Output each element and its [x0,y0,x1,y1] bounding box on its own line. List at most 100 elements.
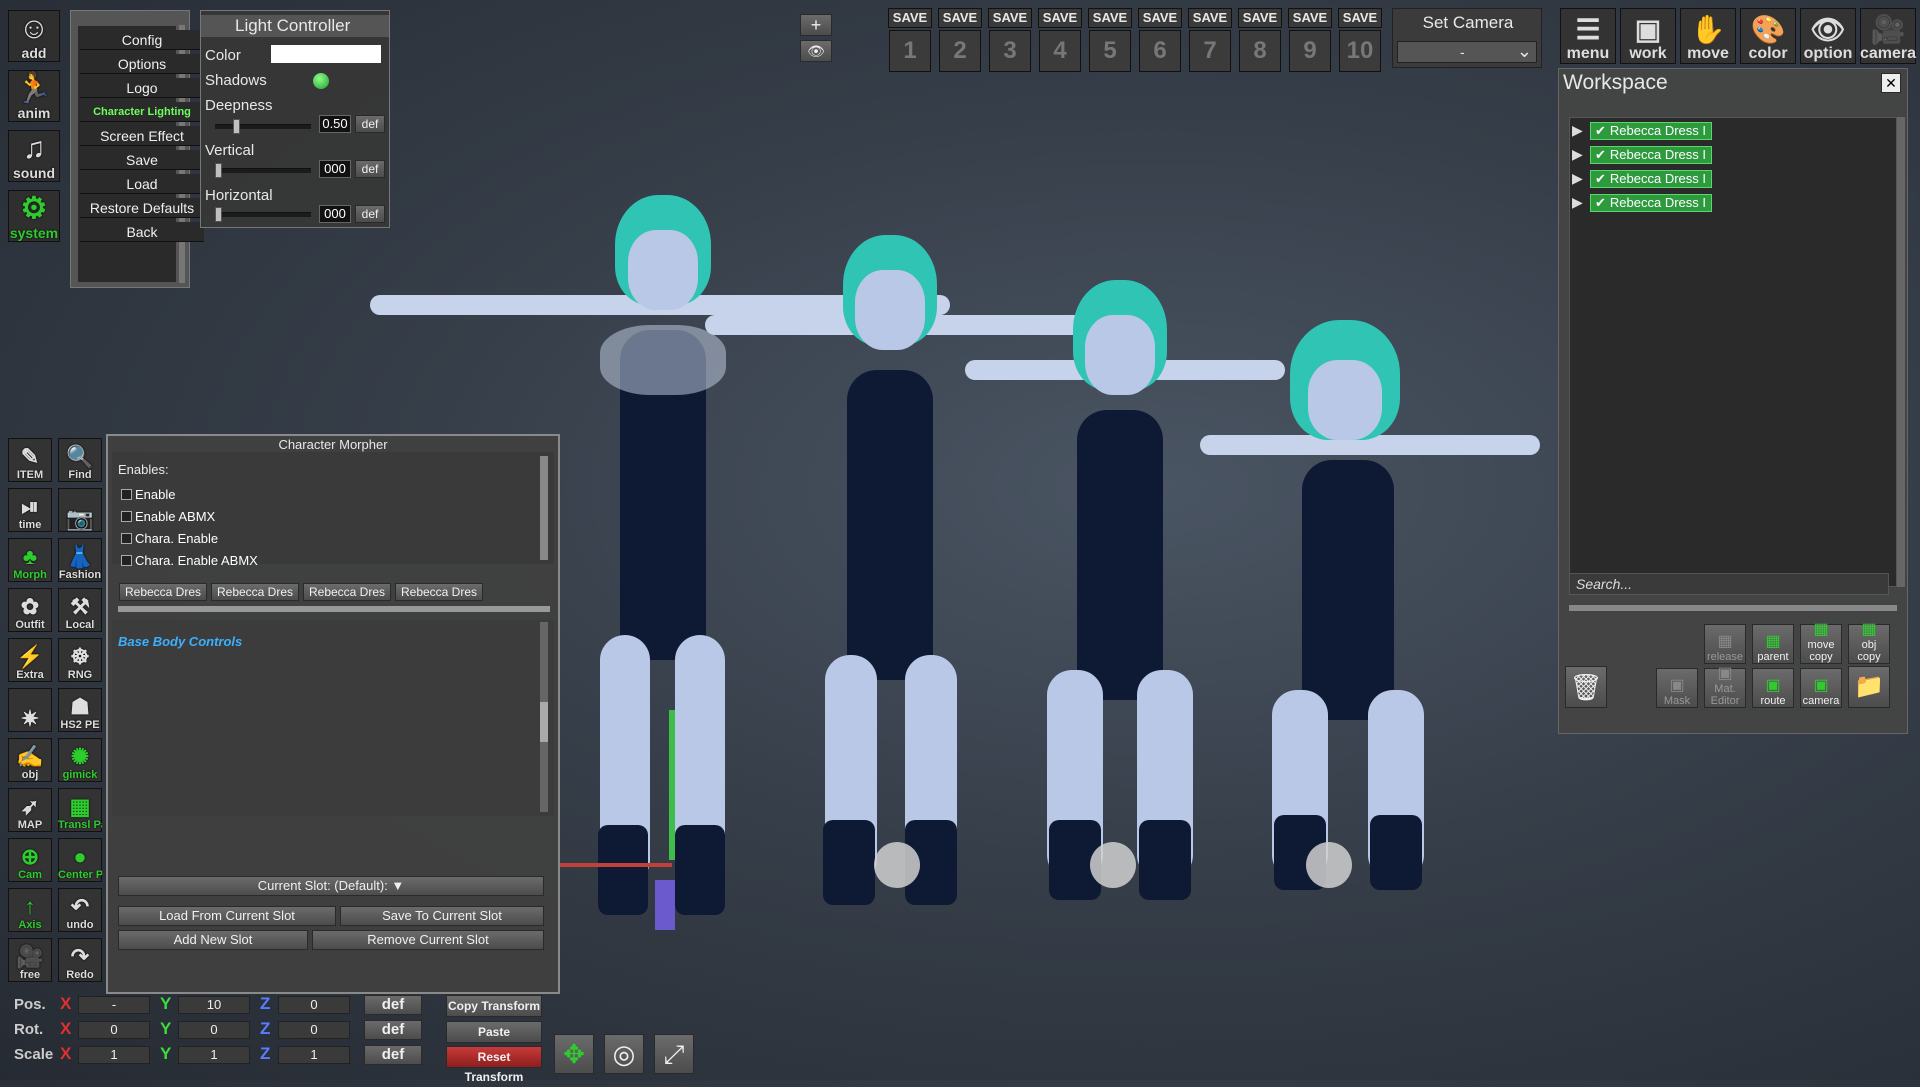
gizmo-y-axis[interactable] [669,710,675,860]
tool-icon: ⚡ [16,644,44,669]
load-slot-button[interactable]: Load From Current Slot [118,906,336,926]
redo-tool-button[interactable]: ↷ Redo [58,938,102,982]
action-label: parent [1757,651,1789,663]
hs2-tool-button[interactable]: ☗ HS2 PE [58,688,102,732]
trash-icon: 🗑 [1569,672,1603,702]
action-icon: ▦ [1717,633,1733,650]
transform-y-field[interactable]: 10 [178,996,250,1014]
tool-icon: ✷ [20,706,40,731]
camera-button[interactable]: ▣ camera [1800,668,1842,708]
axis-z-label: Z [260,994,271,1013]
reset-transform-button[interactable]: Reset Transform [446,1046,542,1084]
obj-tool-button[interactable]: ✍ obj [8,738,52,782]
action-label: move copy [1807,639,1835,663]
body-scrollbar-thumb[interactable] [540,702,548,742]
tool-label: obj [21,769,39,781]
tool-label: RNG [67,669,93,681]
transform-def-button[interactable]: def [364,1020,422,1040]
transform-def-button[interactable]: def [364,995,422,1015]
tool-icon: ↑ [24,894,36,919]
center-point-marker[interactable] [874,842,920,888]
transform-x-field[interactable]: 0 [78,1021,150,1039]
axis-z-label: Z [260,1019,271,1038]
tool-label: Center Point [58,869,102,881]
open-folder-button[interactable]: 📁 [1848,666,1890,708]
tool-label: Outfit [15,619,45,631]
map-tool-button[interactable]: ➶ MAP [8,788,52,832]
transform-row-label: Pos. [14,996,46,1013]
center-point-marker[interactable] [1306,842,1352,888]
rng-tool-button[interactable]: ☸ RNG [58,638,102,682]
paste-transform-button[interactable]: Paste Transform [446,1021,542,1059]
tool-label: HS2 PE [60,719,100,731]
axis-x-label: X [60,1044,72,1063]
rotate-gizmo-button[interactable]: ◎ [604,1034,644,1074]
current-slot-label: Current Slot: (Default): [257,878,388,893]
scale-gizmo-button[interactable]: ⤢ [654,1034,694,1074]
release-button[interactable]: ▦ release [1704,624,1746,664]
gizmo-x-axis[interactable] [560,863,672,867]
transform-y-field[interactable]: 0 [178,1021,250,1039]
axis-y-label: Y [160,994,172,1013]
center-tool-button[interactable]: ●Center Point [58,838,102,882]
action-icon: ▣ [1669,677,1685,694]
base-body-controls-title: Base Body Controls [118,634,243,649]
body-scroll-area [112,620,554,816]
save-slot-button[interactable]: Save To Current Slot [340,906,544,926]
transform-z-field[interactable]: 1 [278,1046,350,1064]
action-label: route [1760,695,1786,707]
action-icon: ▣ [1765,677,1781,694]
transform-row-label: Rot. [14,1021,44,1038]
copy-transform-button[interactable]: Copy Transform [446,995,542,1017]
center-point-marker[interactable] [1090,842,1136,888]
free-tool-button[interactable]: 🎥 free [8,938,52,982]
tool-label: MAP [17,819,43,831]
move-copy-button[interactable]: ▦ move copy [1800,621,1842,664]
axis-tool-button[interactable]: ↑ Axis [8,888,52,932]
transform-y-field[interactable]: 1 [178,1046,250,1064]
remove-slot-button[interactable]: Remove Current Slot [312,930,544,950]
parent-button[interactable]: ▦ parent [1752,624,1794,664]
action-label: camera [1802,695,1840,707]
axis-x-label: X [60,994,72,1013]
mat-editor-button[interactable]: ▣ Mat. Editor [1704,665,1746,708]
route-button[interactable]: ▣ route [1752,668,1794,708]
obj-copy-button[interactable]: ▦ obj copy [1848,621,1890,664]
action-icon: ▣ [1813,677,1829,694]
tool-icon: ➶ [20,794,40,819]
transform-x-field[interactable]: 1 [78,1046,150,1064]
current-slot-dropdown[interactable]: Current Slot: (Default): ▼ [118,876,544,896]
transl-tool-button[interactable]: ▦Transl Parallel [58,788,102,832]
axis-z-label: Z [260,1044,271,1063]
move-gizmo-button[interactable]: ✥ [554,1034,594,1074]
screenshot-tool-button[interactable]: ✷ [8,688,52,732]
tool-label: free [19,969,41,981]
tool-label: gimick [62,769,98,781]
tool-icon: ☗ [70,694,90,719]
tool-label: Local [65,619,95,631]
folder-icon: 📁 [1854,673,1884,700]
transform-x-field[interactable]: - [78,996,150,1014]
action-label: Mask [1663,695,1691,707]
transform-z-field[interactable]: 0 [278,1021,350,1039]
tool-icon: ● [73,844,87,869]
tool-label: Axis [18,919,42,931]
tool-icon: ↶ [70,894,90,919]
transform-def-button[interactable]: def [364,1045,422,1065]
undo-tool-button[interactable]: ↶ undo [58,888,102,932]
gimick-tool-button[interactable]: ✺ gimick [58,738,102,782]
tool-icon: ✺ [70,744,90,769]
cam-tool-button[interactable]: ⊕ Cam [8,838,52,882]
add-slot-button[interactable]: Add New Slot [118,930,308,950]
tool-label: Cam [18,869,42,881]
axis-x-label: X [60,1019,72,1038]
extra-tool-button[interactable]: ⚡ Extra [8,638,52,682]
gizmo-z-axis[interactable] [655,880,675,930]
mask-button[interactable]: ▣ Mask [1656,668,1698,708]
body-scrollbar[interactable] [540,622,548,812]
action-label: release [1706,651,1744,663]
delete-button[interactable]: 🗑 [1565,666,1607,708]
scale-icon: ⤢ [663,1039,685,1069]
action-icon: ▦ [1765,633,1781,650]
transform-z-field[interactable]: 0 [278,996,350,1014]
